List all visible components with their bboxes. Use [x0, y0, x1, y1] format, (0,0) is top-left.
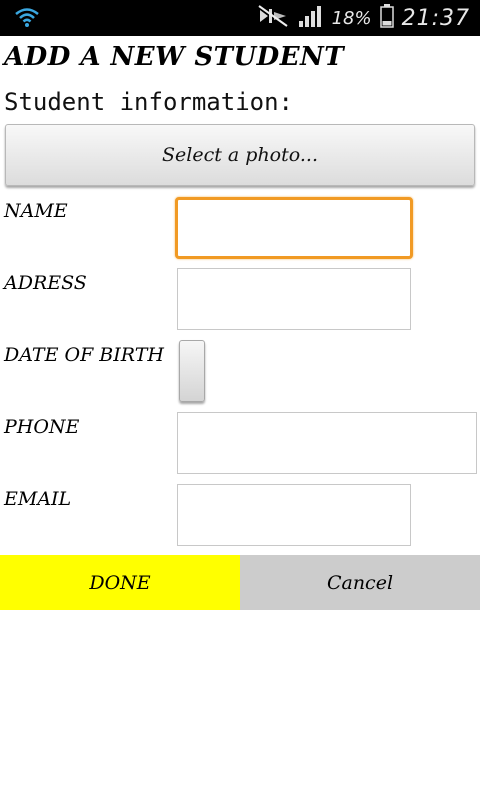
signal-icon	[298, 4, 324, 33]
select-photo-button[interactable]: Select a photo...	[5, 124, 475, 186]
name-input[interactable]	[175, 197, 413, 259]
wifi-icon	[14, 6, 40, 33]
date-of-birth-label: DATE OF BIRTH	[4, 344, 164, 366]
mute-icon	[256, 4, 290, 33]
phone-label: PHONE	[4, 416, 80, 438]
battery-icon	[379, 3, 394, 33]
address-label: ADRESS	[4, 272, 87, 294]
clock: 21:37	[401, 5, 470, 31]
date-picker-button[interactable]	[179, 340, 205, 402]
address-input[interactable]	[177, 268, 411, 330]
battery-percent: 18%	[331, 7, 372, 29]
name-label: NAME	[4, 200, 68, 222]
done-button[interactable]: DONE	[0, 555, 240, 610]
phone-input[interactable]	[177, 412, 477, 474]
status-bar: 18% 21:37	[0, 0, 480, 36]
email-label: EMAIL	[4, 488, 72, 510]
section-subtitle: Student information:	[4, 88, 293, 116]
email-input[interactable]	[177, 484, 411, 546]
cancel-button[interactable]: Cancel	[240, 555, 480, 610]
page-title: ADD A NEW STUDENT	[4, 42, 345, 72]
